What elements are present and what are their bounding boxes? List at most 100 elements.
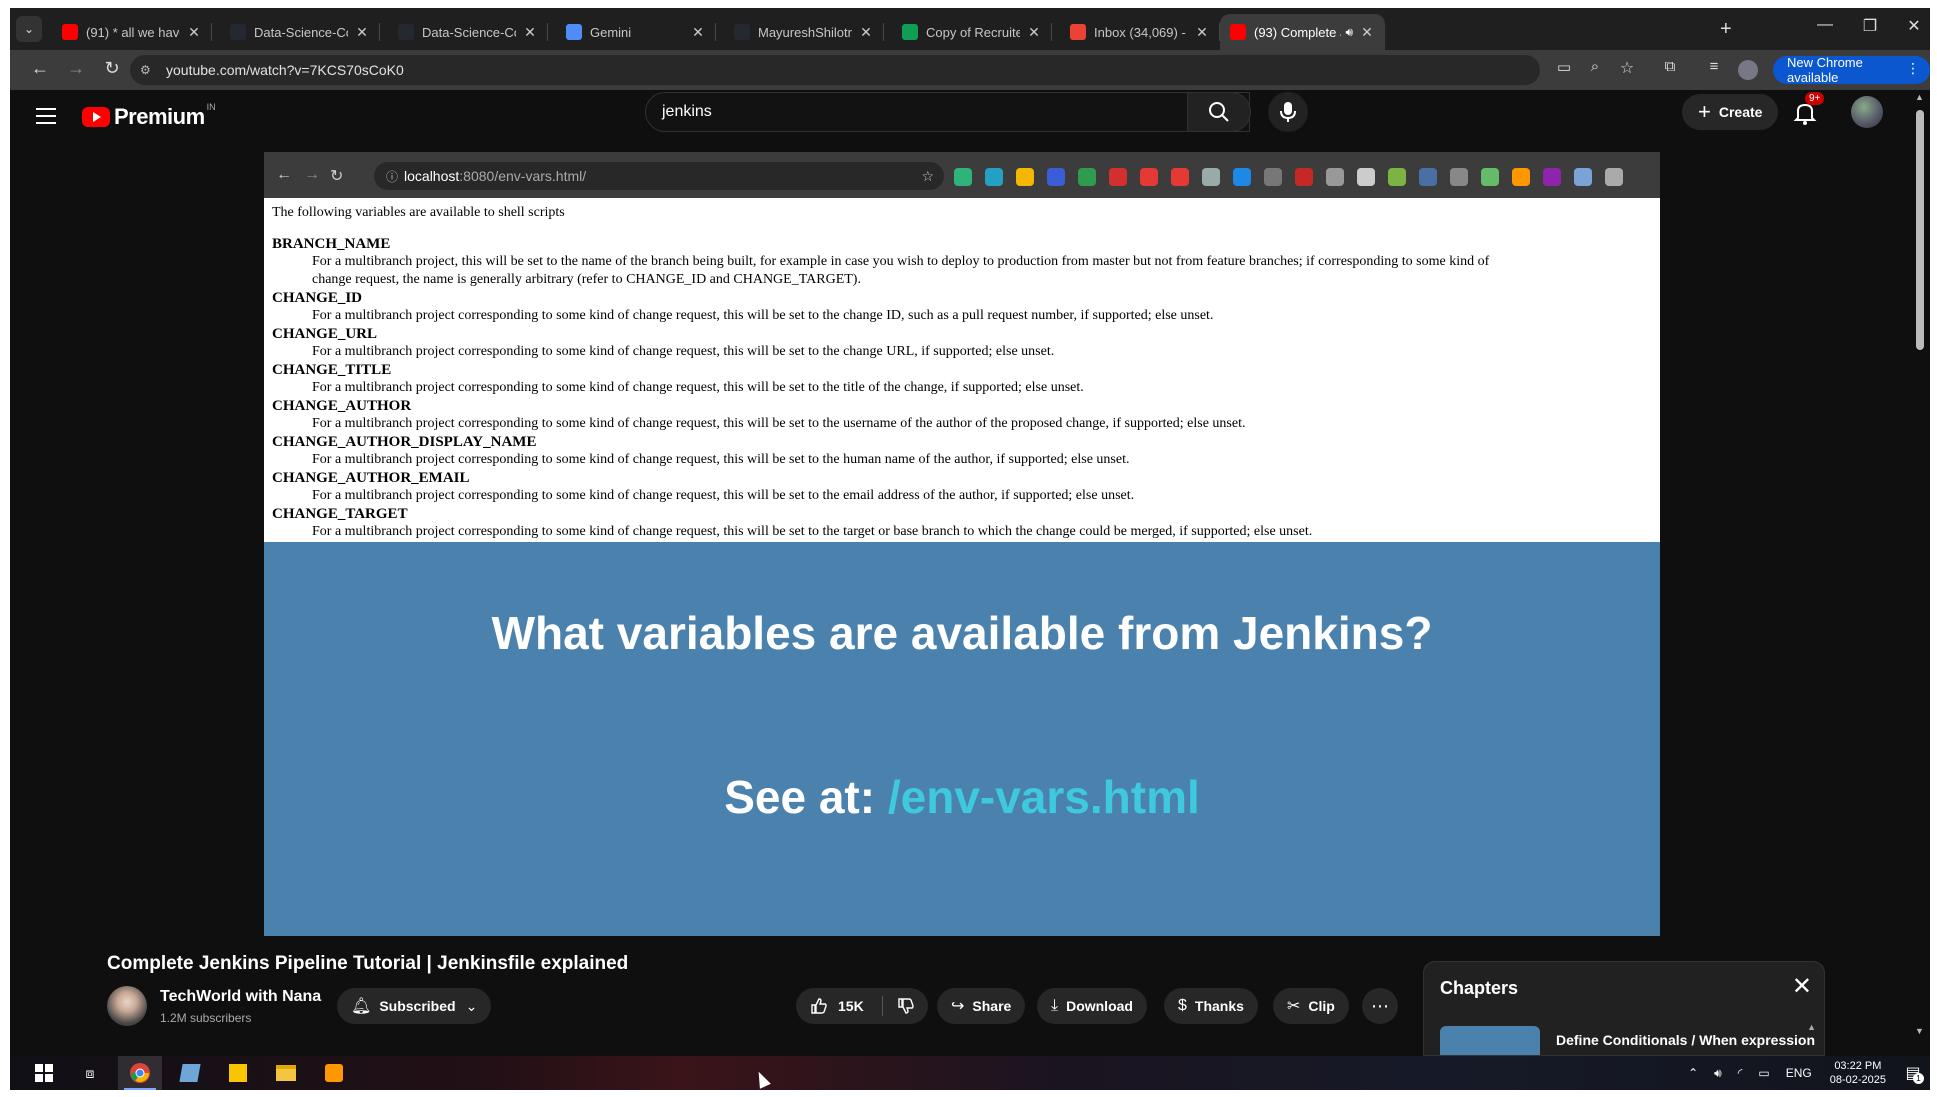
- extension-icon: [1109, 168, 1127, 186]
- browser-tab[interactable]: (91) * all we have is now. ✕: [52, 14, 212, 50]
- tab-favicon-icon: [902, 24, 918, 40]
- tab-title: MayureshShilotri/26-Wee: [758, 24, 852, 40]
- browser-tab[interactable]: MayureshShilotri/26-Wee ✕: [724, 14, 884, 50]
- thanks-dollar-icon: $: [1178, 997, 1187, 1014]
- site-info-icon[interactable]: ⚙: [140, 63, 158, 77]
- task-view-icon[interactable]: ⧈: [68, 1056, 112, 1090]
- env-var-name: CHANGE_URL: [272, 326, 378, 342]
- close-chapters-icon[interactable]: ✕: [1792, 972, 1812, 1001]
- close-tab-icon[interactable]: ✕: [354, 24, 370, 41]
- reload-button[interactable]: ↻: [100, 58, 124, 79]
- tab-favicon-icon: [62, 24, 78, 40]
- download-button[interactable]: ⤓ Download: [1037, 988, 1147, 1024]
- minimize-button[interactable]: —: [1805, 16, 1845, 34]
- video-player[interactable]: ← → ↻ ⓘ localhost:8080/env-vars.html/ ☆ …: [264, 152, 1660, 936]
- video-title: Complete Jenkins Pipeline Tutorial | Jen…: [107, 953, 629, 974]
- forward-button[interactable]: →: [64, 58, 88, 79]
- wifi-icon[interactable]: ◜: [1738, 1066, 1743, 1080]
- page-scrollbar[interactable]: ▲ ▼: [1910, 90, 1930, 1038]
- tab-separator: [547, 23, 548, 41]
- create-button[interactable]: + Create: [1682, 94, 1779, 130]
- clock[interactable]: 03:22 PM 08-02-2025: [1830, 1059, 1886, 1087]
- taskbar-app-sublime[interactable]: [312, 1056, 356, 1090]
- search-input[interactable]: jenkins ✕: [645, 92, 1250, 132]
- channel-name[interactable]: TechWorld with Nana: [160, 988, 321, 1006]
- new-tab-button[interactable]: +: [1720, 18, 1732, 41]
- env-var-description: For a multibranch project corresponding …: [312, 344, 1055, 359]
- voice-search-button[interactable]: [1268, 92, 1308, 132]
- extensions-icon[interactable]: ⧉: [1658, 58, 1682, 75]
- start-button[interactable]: [22, 1056, 66, 1090]
- volume-icon[interactable]: 🔊︎: [1714, 1066, 1722, 1081]
- youtube-premium-logo[interactable]: Premium IN: [82, 102, 216, 130]
- close-tab-icon[interactable]: ✕: [858, 24, 874, 41]
- show-hidden-icons[interactable]: ⌃: [1688, 1066, 1698, 1080]
- address-url: youtube.com/watch?v=7KCS70sCoK0: [166, 62, 404, 78]
- battery-icon[interactable]: ▭: [1758, 1066, 1769, 1080]
- close-tab-icon[interactable]: ✕: [522, 24, 538, 41]
- extension-icon: [1450, 168, 1468, 186]
- restore-button[interactable]: ❐: [1850, 16, 1890, 36]
- more-menu-icon[interactable]: ⋮: [1906, 60, 1920, 77]
- scroll-down-arrow-icon[interactable]: ▼: [1915, 1026, 1924, 1036]
- channel-avatar[interactable]: [107, 986, 147, 1026]
- search-button[interactable]: [1187, 92, 1251, 132]
- taskbar-app-sticky-notes[interactable]: [216, 1056, 260, 1090]
- tab-favicon-icon: [398, 24, 414, 40]
- download-icon: ⤓: [1051, 997, 1059, 1014]
- back-button[interactable]: ←: [28, 58, 52, 79]
- browser-tab[interactable]: Data-Science-Course/top ✕: [388, 14, 548, 50]
- extension-icon: [1140, 168, 1158, 186]
- scrollbar-thumb[interactable]: [1916, 110, 1924, 350]
- dislike-button[interactable]: [883, 988, 928, 1024]
- browser-tab[interactable]: (93) Complete Jenkins 🔊︎ ✕: [1220, 14, 1385, 50]
- like-button[interactable]: 15K: [796, 988, 882, 1024]
- new-chrome-available-button[interactable]: New Chrome available ⋮: [1773, 55, 1930, 85]
- reading-list-icon[interactable]: ≡: [1702, 58, 1726, 75]
- taskbar-app-notepad[interactable]: [168, 1056, 212, 1090]
- extension-icon: [1574, 168, 1592, 186]
- install-app-icon[interactable]: ▭: [1552, 58, 1576, 76]
- extension-icon: [1047, 168, 1065, 186]
- address-bar[interactable]: ⚙ youtube.com/watch?v=7KCS70sCoK0: [130, 55, 1540, 85]
- tab-separator: [715, 23, 716, 41]
- account-avatar[interactable]: [1851, 96, 1883, 128]
- close-tab-icon[interactable]: ✕: [690, 24, 706, 41]
- browser-tab[interactable]: Data-Science-Course/pre ✕: [220, 14, 380, 50]
- browser-tab[interactable]: Copy of Recruiters Details ✕: [892, 14, 1052, 50]
- chapter-thumbnail[interactable]: [1440, 1026, 1540, 1055]
- more-actions-button[interactable]: ⋯: [1362, 988, 1398, 1024]
- close-tab-icon[interactable]: ✕: [1194, 24, 1210, 41]
- thanks-label: Thanks: [1194, 998, 1244, 1014]
- subscribed-label: Subscribed: [379, 998, 456, 1014]
- chapters-scroll-up-icon[interactable]: ▲: [1807, 1022, 1816, 1032]
- subscribed-button[interactable]: 🔔︎ Subscribed ⌄: [337, 988, 492, 1024]
- extension-icon: [1202, 168, 1220, 186]
- bookmark-star-icon[interactable]: ☆: [1615, 58, 1639, 78]
- taskbar-app-file-explorer[interactable]: [264, 1056, 308, 1090]
- guide-menu-icon[interactable]: [36, 108, 56, 124]
- share-button[interactable]: ↪ Share: [937, 988, 1026, 1024]
- close-window-button[interactable]: ✕: [1894, 16, 1930, 36]
- chapter-item-title[interactable]: Define Conditionals / When expression: [1556, 1032, 1815, 1048]
- language-indicator[interactable]: ENG: [1786, 1066, 1812, 1080]
- windows-taskbar: ⧈ ⌃ 🔊︎ ◜ ▭ ENG 03:22 PM 08-02-2025 ▤ 1: [10, 1056, 1930, 1090]
- taskbar-chrome[interactable]: [118, 1056, 162, 1090]
- scroll-up-arrow-icon[interactable]: ▲: [1915, 92, 1924, 102]
- browser-tab[interactable]: Inbox (34,069) - deysarka ✕: [1060, 14, 1220, 50]
- close-tab-icon[interactable]: ✕: [186, 24, 202, 41]
- browser-tab[interactable]: Gemini ✕: [556, 14, 716, 50]
- extension-icon: [1078, 168, 1096, 186]
- tab-separator: [379, 23, 380, 41]
- profile-avatar[interactable]: [1738, 60, 1758, 80]
- close-tab-icon[interactable]: ✕: [1026, 24, 1042, 41]
- tab-search-button[interactable]: ⌄: [16, 16, 42, 42]
- clip-button[interactable]: ✂ Clip: [1273, 988, 1349, 1024]
- extension-icon: [1512, 168, 1530, 186]
- thanks-button[interactable]: $ Thanks: [1164, 988, 1258, 1024]
- sticky-notes-icon: [229, 1064, 247, 1082]
- tab-audio-icon[interactable]: 🔊︎: [1345, 25, 1353, 40]
- close-tab-icon[interactable]: ✕: [1359, 24, 1375, 41]
- action-center-button[interactable]: ▤ 1: [1896, 1056, 1930, 1090]
- zoom-icon[interactable]: ⌕: [1583, 58, 1607, 75]
